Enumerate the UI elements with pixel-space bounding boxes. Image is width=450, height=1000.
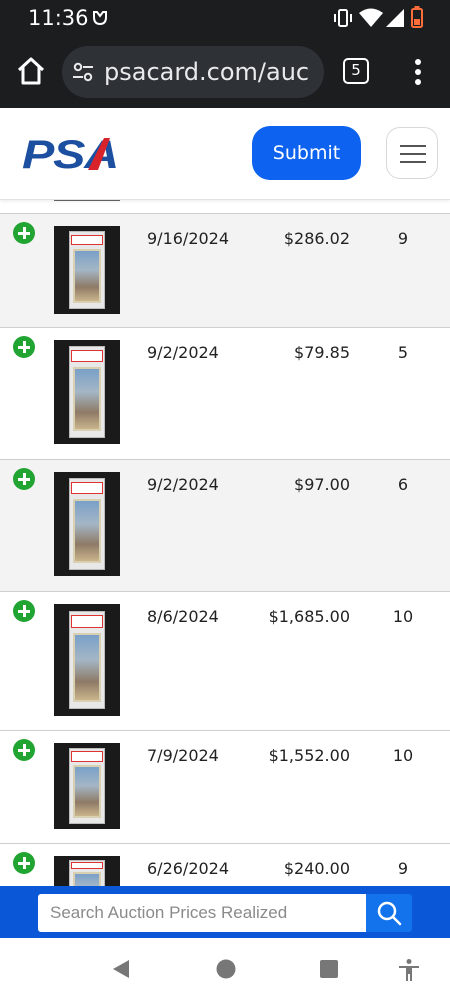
cellular-signal-icon (386, 9, 404, 27)
hamburger-menu-button[interactable] (386, 127, 438, 179)
graded-card-image (68, 610, 106, 710)
notification-icon (93, 11, 107, 26)
sale-price: $1,685.00 (268, 607, 350, 626)
tab-switcher-button[interactable]: 5 (343, 58, 369, 84)
table-row: 8/6/2024 $1,685.00 10 (0, 591, 450, 730)
add-circle-icon[interactable] (13, 336, 35, 358)
browser-toolbar: psacard.com/auc 5 (0, 36, 450, 108)
card-thumbnail[interactable] (54, 604, 120, 716)
accessibility-icon[interactable] (397, 958, 421, 982)
card-grade: 5 (397, 343, 409, 362)
auction-results-list: 9/16/2024 $286.02 9 9/2/2024 $79.85 5 9/… (0, 200, 450, 886)
sale-price: $79.85 (294, 343, 350, 362)
add-circle-icon[interactable] (13, 468, 35, 490)
card-thumbnail[interactable] (54, 743, 120, 829)
psa-logo[interactable]: PSA (22, 134, 128, 174)
more-vert-icon[interactable] (408, 56, 428, 88)
card-grade: 10 (392, 746, 414, 765)
graded-card-image (68, 346, 106, 438)
graded-card-image (68, 231, 106, 309)
battery-low-icon (411, 6, 423, 28)
wifi-icon (359, 8, 383, 27)
card-thumbnail[interactable] (54, 340, 120, 444)
add-circle-icon[interactable] (13, 739, 35, 761)
table-row: 9/16/2024 $286.02 9 (0, 213, 450, 327)
search-input[interactable] (38, 894, 366, 932)
status-time: 11:36 (28, 6, 89, 30)
site-header: PSA Submit (0, 108, 450, 200)
card-grade: 10 (392, 607, 414, 626)
url-text[interactable]: psacard.com/auc (104, 58, 309, 86)
card-thumbnail[interactable] (54, 472, 120, 576)
card-thumbnail[interactable] (54, 856, 120, 886)
graded-card-image (68, 748, 106, 824)
add-circle-icon[interactable] (13, 600, 35, 622)
sale-price: $240.00 (283, 859, 350, 878)
search-button[interactable] (366, 894, 412, 932)
back-icon[interactable] (110, 958, 132, 980)
previous-row-thumbnail-edge (54, 200, 120, 201)
table-row: 9/2/2024 $97.00 6 (0, 459, 450, 591)
home-icon[interactable] (14, 54, 48, 88)
recents-icon[interactable] (318, 958, 340, 980)
table-row: 9/2/2024 $79.85 5 (0, 327, 450, 459)
sale-price: $1,552.00 (268, 746, 350, 765)
sale-date: 9/2/2024 (147, 475, 219, 494)
auction-search-bar (0, 886, 450, 938)
search-icon (377, 901, 402, 926)
android-nav-bar (0, 938, 450, 1000)
sale-price: $286.02 (283, 229, 350, 248)
card-grade: 9 (397, 859, 409, 878)
sale-date: 9/16/2024 (147, 229, 230, 248)
submit-button[interactable]: Submit (252, 126, 361, 180)
graded-card-image (68, 478, 106, 570)
address-bar[interactable]: psacard.com/auc (62, 46, 324, 98)
card-grade: 6 (397, 475, 409, 494)
sale-date: 8/6/2024 (147, 607, 219, 626)
home-circle-icon[interactable] (215, 958, 237, 980)
card-grade: 9 (397, 229, 409, 248)
sale-price: $97.00 (294, 475, 350, 494)
sale-date: 6/26/2024 (147, 859, 230, 878)
sale-date: 9/2/2024 (147, 343, 219, 362)
table-row: 7/9/2024 $1,552.00 10 (0, 730, 450, 843)
add-circle-icon[interactable] (13, 852, 35, 874)
graded-card-image (68, 859, 106, 886)
card-thumbnail[interactable] (54, 226, 120, 314)
status-bar: 11:36 (0, 0, 450, 36)
sale-date: 7/9/2024 (147, 746, 219, 765)
table-row: 6/26/2024 $240.00 9 (0, 843, 450, 886)
add-circle-icon[interactable] (13, 222, 35, 244)
site-settings-icon[interactable] (72, 61, 94, 83)
vibrate-icon (334, 9, 352, 27)
